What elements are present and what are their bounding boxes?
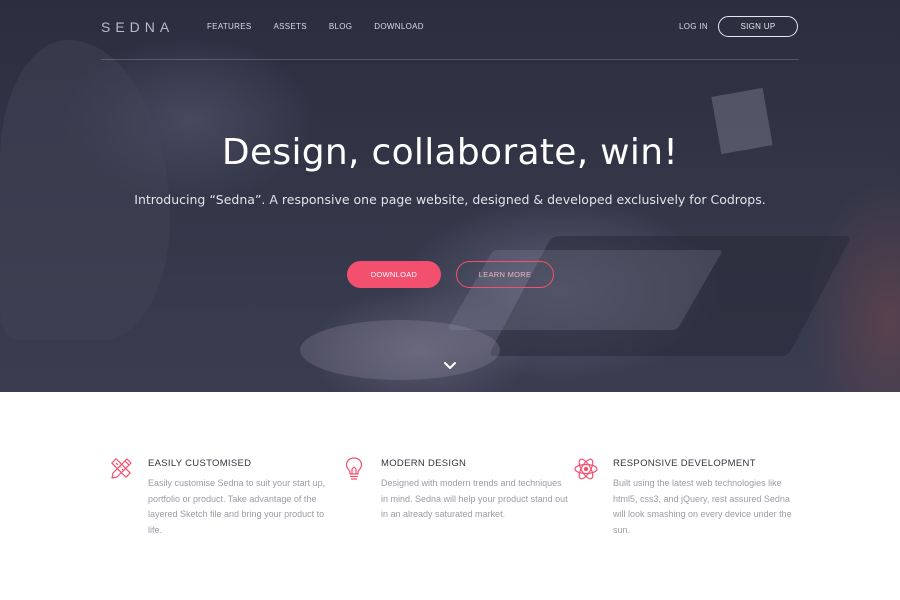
hero-title: Design, collaborate, win! <box>221 132 679 173</box>
main-nav: FEATURES ASSETS BLOG DOWNLOAD <box>207 22 446 32</box>
hero-section: SEDNA FEATURES ASSETS BLOG DOWNLOAD LOG … <box>0 0 900 392</box>
nav-link-features[interactable]: FEATURES <box>207 22 251 32</box>
feature-modern-design: MODERN DESIGN Designed with modern trend… <box>345 457 571 523</box>
feature-title: EASILY CUSTOMISED <box>148 458 252 469</box>
feature-text: Designed with modern trends and techniqu… <box>381 478 568 519</box>
logo[interactable]: SEDNA <box>101 19 174 35</box>
nav-link-blog[interactable]: BLOG <box>329 22 352 32</box>
lightbulb-icon <box>341 456 367 482</box>
hero-background-laptop <box>488 236 852 356</box>
feature-responsive-development: RESPONSIVE DEVELOPMENT Built using the l… <box>574 458 803 538</box>
signup-button[interactable]: SIGN UP <box>718 16 798 37</box>
feature-text: Built using the latest web technologies … <box>613 478 792 535</box>
hero-background-hand <box>300 320 500 380</box>
chevron-down-icon[interactable] <box>443 359 457 371</box>
hero-background-arm <box>0 40 170 340</box>
pencil-ruler-icon <box>108 456 134 482</box>
login-link[interactable]: LOG IN <box>679 22 708 32</box>
download-button[interactable]: DOWNLOAD <box>347 261 441 288</box>
features-section: EASILY CUSTOMISED Easily customise Sedna… <box>0 392 900 600</box>
nav-link-download[interactable]: DOWNLOAD <box>374 22 424 32</box>
atom-icon <box>573 456 599 482</box>
nav-link-assets[interactable]: ASSETS <box>273 22 306 32</box>
top-navigation: SEDNA FEATURES ASSETS BLOG DOWNLOAD LOG … <box>101 0 799 60</box>
feature-easily-customised: EASILY CUSTOMISED Easily customise Sedna… <box>111 458 338 538</box>
feature-title: MODERN DESIGN <box>381 458 467 469</box>
feature-title: RESPONSIVE DEVELOPMENT <box>613 458 756 469</box>
hero-subtitle: Introducing “Sedna”. A responsive one pa… <box>134 192 766 207</box>
feature-text: Easily customise Sedna to suit your star… <box>148 478 326 535</box>
learn-more-button[interactable]: LEARN MORE <box>456 261 554 288</box>
